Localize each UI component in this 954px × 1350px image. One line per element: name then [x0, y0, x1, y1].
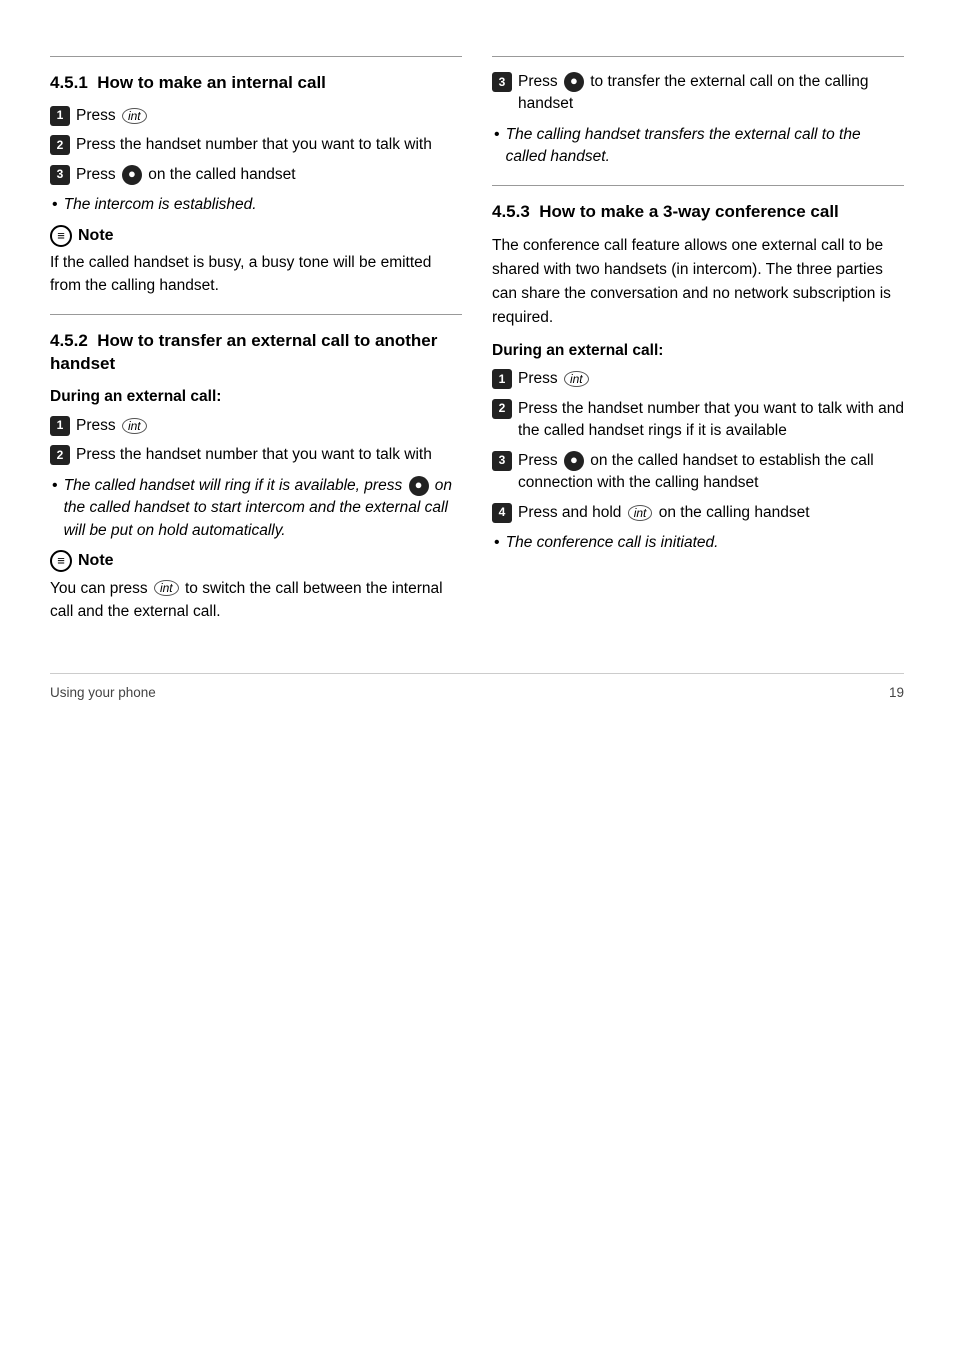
int-badge-452-1: int — [122, 418, 147, 434]
section-453-body: The conference call feature allows one e… — [492, 234, 904, 330]
step-num-452-1: 1 — [50, 416, 70, 436]
bullet-dot-453: • — [494, 532, 500, 554]
note-451-header: ≡ Note — [50, 225, 462, 247]
bullet-451-text: The intercom is established. — [64, 194, 257, 216]
step-num-452-3: 3 — [492, 72, 512, 92]
section-453-number: 4.5.3 — [492, 202, 530, 221]
step-453-3-text: Press ● on the called handset to establi… — [518, 450, 904, 495]
section-453-title: 4.5.3 How to make a 3-way conference cal… — [492, 200, 904, 224]
right-column: 3 Press ● to transfer the external call … — [492, 40, 904, 633]
section-452-number: 4.5.2 — [50, 331, 88, 350]
section-452-title: 4.5.2 How to transfer an external call t… — [50, 329, 462, 377]
bullet-453-text: The conference call is initiated. — [506, 532, 719, 554]
section-451-title: 4.5.1 How to make an internal call — [50, 71, 462, 95]
bullet-dot-452: • — [52, 475, 58, 497]
section-453-heading: How to make a 3-way conference call — [539, 202, 839, 221]
step-452-3-text: Press ● to transfer the external call on… — [518, 71, 904, 116]
step-num-452-2: 2 — [50, 445, 70, 465]
step-453-1-text: Press int — [518, 368, 591, 390]
green-btn-452-3: ● — [564, 72, 584, 92]
step-num-453-3: 3 — [492, 451, 512, 471]
int-badge-453-1: int — [564, 371, 589, 387]
bullet-451: • The intercom is established. — [52, 194, 462, 216]
note-452-label: Note — [78, 550, 114, 572]
divider-453 — [492, 185, 904, 186]
step-452-1-text: Press int — [76, 415, 149, 437]
green-btn-453-3: ● — [564, 451, 584, 471]
step-451-3-text: Press ● on the called handset — [76, 164, 296, 186]
bullet-452-cont: • The calling handset transfers the exte… — [494, 124, 904, 169]
step-451-3: 3 Press ● on the called handset — [50, 164, 462, 186]
page-layout: 4.5.1 How to make an internal call 1 Pre… — [50, 40, 904, 633]
section-451-number: 4.5.1 — [50, 73, 88, 92]
step-453-2: 2 Press the handset number that you want… — [492, 398, 904, 443]
step-451-1: 1 Press int — [50, 105, 462, 127]
section-451-steps: 1 Press int 2 Press the handset number t… — [50, 105, 462, 186]
section-452-cont-steps: 3 Press ● to transfer the external call … — [492, 71, 904, 116]
section-452-steps: 1 Press int 2 Press the handset number t… — [50, 415, 462, 467]
step-num-453-4: 4 — [492, 503, 512, 523]
step-452-3: 3 Press ● to transfer the external call … — [492, 71, 904, 116]
bullet-452-text: The called handset will ring if it is av… — [64, 475, 462, 542]
footer-left: Using your phone — [50, 684, 156, 703]
step-453-4-text: Press and hold int on the calling handse… — [518, 502, 810, 524]
during-label-453: During an external call: — [492, 340, 904, 362]
note-451-label: Note — [78, 225, 114, 247]
top-divider-right — [492, 56, 904, 57]
step-452-2: 2 Press the handset number that you want… — [50, 444, 462, 466]
divider-452 — [50, 314, 462, 315]
step-num-453-1: 1 — [492, 369, 512, 389]
section-453-steps: 1 Press int 2 Press the handset number t… — [492, 368, 904, 524]
green-btn-bullet-452: ● — [409, 476, 429, 496]
step-451-2-text: Press the handset number that you want t… — [76, 134, 432, 156]
int-badge-453-4: int — [628, 505, 653, 521]
step-453-3: 3 Press ● on the called handset to estab… — [492, 450, 904, 495]
step-451-1-text: Press int — [76, 105, 149, 127]
bullet-dot-452-cont: • — [494, 124, 500, 146]
step-452-1: 1 Press int — [50, 415, 462, 437]
step-453-1: 1 Press int — [492, 368, 904, 390]
during-label-452: During an external call: — [50, 386, 462, 408]
bullet-452: • The called handset will ring if it is … — [52, 475, 462, 542]
step-num-2: 2 — [50, 135, 70, 155]
note-452-body: You can press int to switch the call bet… — [50, 577, 462, 624]
step-num-453-2: 2 — [492, 399, 512, 419]
note-451-body: If the called handset is busy, a busy to… — [50, 251, 462, 298]
note-icon-452: ≡ — [50, 550, 72, 572]
step-451-2: 2 Press the handset number that you want… — [50, 134, 462, 156]
step-num-3: 3 — [50, 165, 70, 185]
step-num-1: 1 — [50, 106, 70, 126]
green-btn-451-3: ● — [122, 165, 142, 185]
bullet-453: • The conference call is initiated. — [494, 532, 904, 554]
footer: Using your phone 19 — [50, 673, 904, 703]
top-divider-left — [50, 56, 462, 57]
left-column: 4.5.1 How to make an internal call 1 Pre… — [50, 40, 462, 633]
step-452-2-text: Press the handset number that you want t… — [76, 444, 432, 466]
note-452-header: ≡ Note — [50, 550, 462, 572]
bullet-452-cont-text: The calling handset transfers the extern… — [506, 124, 904, 169]
note-452: ≡ Note You can press int to switch the c… — [50, 550, 462, 623]
note-451: ≡ Note If the called handset is busy, a … — [50, 225, 462, 298]
bullet-dot-451: • — [52, 194, 58, 216]
int-badge-note-452: int — [154, 580, 179, 596]
footer-right: 19 — [889, 684, 904, 703]
section-451-heading: How to make an internal call — [97, 73, 326, 92]
note-icon-451: ≡ — [50, 225, 72, 247]
section-452-heading: How to transfer an external call to anot… — [50, 331, 437, 374]
step-453-4: 4 Press and hold int on the calling hand… — [492, 502, 904, 524]
step-453-2-text: Press the handset number that you want t… — [518, 398, 904, 443]
int-badge-1: int — [122, 108, 147, 124]
